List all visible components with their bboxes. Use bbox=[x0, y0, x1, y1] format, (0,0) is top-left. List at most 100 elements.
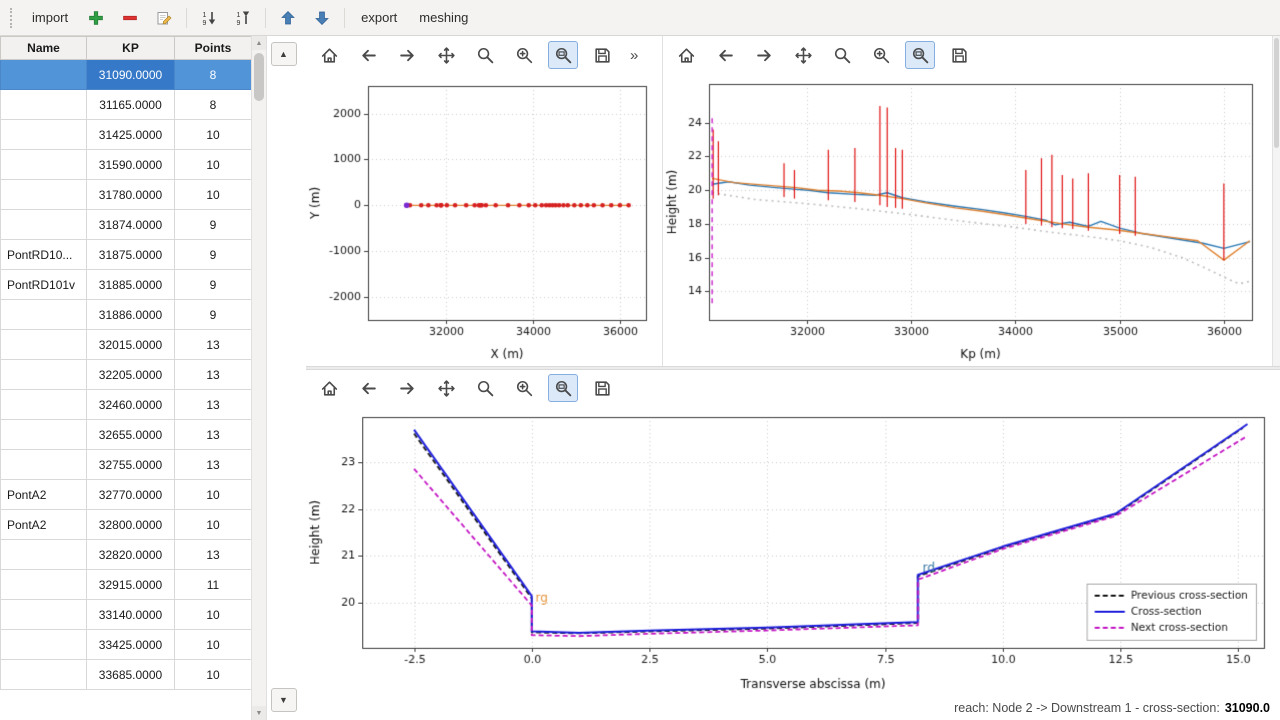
table-row[interactable]: PontA232800.000010 bbox=[1, 510, 252, 540]
table-row[interactable]: 32755.000013 bbox=[1, 450, 252, 480]
sort-ascending-button[interactable]: 1 9 bbox=[228, 4, 258, 32]
save-button[interactable] bbox=[587, 374, 617, 402]
cell-name[interactable] bbox=[1, 660, 87, 690]
cell-points[interactable]: 10 bbox=[175, 150, 252, 180]
cell-kp[interactable]: 32755.0000 bbox=[87, 450, 175, 480]
scrollbar-up-icon[interactable]: ▲ bbox=[252, 36, 266, 50]
table-row[interactable]: 31780.000010 bbox=[1, 180, 252, 210]
cell-name[interactable]: PontA2 bbox=[1, 480, 87, 510]
cell-points[interactable]: 13 bbox=[175, 450, 252, 480]
forward-button[interactable] bbox=[392, 41, 422, 69]
cell-points[interactable]: 8 bbox=[175, 90, 252, 120]
back-button[interactable] bbox=[353, 374, 383, 402]
cell-kp[interactable]: 32770.0000 bbox=[87, 480, 175, 510]
back-button[interactable] bbox=[710, 41, 740, 69]
table-row[interactable]: 32655.000013 bbox=[1, 420, 252, 450]
cell-name[interactable] bbox=[1, 450, 87, 480]
table-row[interactable]: 31886.00009 bbox=[1, 300, 252, 330]
cell-kp[interactable]: 32820.0000 bbox=[87, 540, 175, 570]
save-button[interactable] bbox=[587, 41, 617, 69]
cell-points[interactable]: 10 bbox=[175, 480, 252, 510]
cell-points[interactable]: 10 bbox=[175, 510, 252, 540]
save-button[interactable] bbox=[944, 41, 974, 69]
cell-kp[interactable]: 31590.0000 bbox=[87, 150, 175, 180]
home-button[interactable] bbox=[671, 41, 701, 69]
cell-points[interactable]: 13 bbox=[175, 390, 252, 420]
import-button[interactable]: import bbox=[23, 4, 77, 31]
table-row[interactable]: 33685.000010 bbox=[1, 660, 252, 690]
cell-name[interactable] bbox=[1, 390, 87, 420]
pan-button[interactable] bbox=[431, 41, 461, 69]
cell-kp[interactable]: 32015.0000 bbox=[87, 330, 175, 360]
sort-descending-button[interactable]: 1 9 bbox=[194, 4, 224, 32]
table-row[interactable]: 32915.000011 bbox=[1, 570, 252, 600]
cell-kp[interactable]: 33140.0000 bbox=[87, 600, 175, 630]
toolbar-overflow-button[interactable]: » bbox=[626, 47, 642, 64]
table-row[interactable]: 31165.00008 bbox=[1, 90, 252, 120]
plan-view-chart[interactable] bbox=[306, 74, 662, 366]
zoom-button[interactable] bbox=[470, 374, 500, 402]
cell-points[interactable]: 13 bbox=[175, 330, 252, 360]
table-row[interactable]: 32015.000013 bbox=[1, 330, 252, 360]
cell-kp[interactable]: 31875.0000 bbox=[87, 240, 175, 270]
cell-kp[interactable]: 31425.0000 bbox=[87, 120, 175, 150]
cell-points[interactable]: 8 bbox=[175, 60, 252, 90]
cell-name[interactable] bbox=[1, 210, 87, 240]
back-button[interactable] bbox=[353, 41, 383, 69]
cell-kp[interactable]: 31874.0000 bbox=[87, 210, 175, 240]
cell-points[interactable]: 10 bbox=[175, 630, 252, 660]
cell-kp[interactable]: 31885.0000 bbox=[87, 270, 175, 300]
table-row[interactable]: 32205.000013 bbox=[1, 360, 252, 390]
pan-button[interactable] bbox=[431, 374, 461, 402]
cell-points[interactable]: 11 bbox=[175, 570, 252, 600]
cell-name[interactable] bbox=[1, 630, 87, 660]
cell-points[interactable]: 13 bbox=[175, 540, 252, 570]
table-scrollbar[interactable]: ▲ ▼ bbox=[251, 36, 267, 720]
table-row[interactable]: PontRD10...31875.00009 bbox=[1, 240, 252, 270]
cell-name[interactable] bbox=[1, 60, 87, 90]
cell-points[interactable]: 10 bbox=[175, 600, 252, 630]
column-header-kp[interactable]: KP bbox=[87, 37, 175, 60]
cell-kp[interactable]: 31090.0000 bbox=[87, 60, 175, 90]
cell-points[interactable]: 13 bbox=[175, 360, 252, 390]
home-button[interactable] bbox=[314, 374, 344, 402]
cell-name[interactable]: PontRD10... bbox=[1, 240, 87, 270]
export-button[interactable]: export bbox=[352, 4, 406, 31]
cell-name[interactable] bbox=[1, 90, 87, 120]
table-row[interactable]: 31874.00009 bbox=[1, 210, 252, 240]
cell-kp[interactable]: 31886.0000 bbox=[87, 300, 175, 330]
table-row[interactable]: 31590.000010 bbox=[1, 150, 252, 180]
column-header-points[interactable]: Points bbox=[175, 37, 252, 60]
zoom-button[interactable] bbox=[470, 41, 500, 69]
cell-name[interactable]: PontRD101v bbox=[1, 270, 87, 300]
forward-button[interactable] bbox=[392, 374, 422, 402]
zoom-in-button[interactable] bbox=[509, 374, 539, 402]
cell-name[interactable] bbox=[1, 570, 87, 600]
cell-name[interactable] bbox=[1, 360, 87, 390]
column-header-name[interactable]: Name bbox=[1, 37, 87, 60]
scroll-bottom-button[interactable]: ▼ bbox=[271, 688, 297, 712]
cross-section-chart[interactable] bbox=[306, 407, 1280, 696]
cell-kp[interactable]: 31165.0000 bbox=[87, 90, 175, 120]
move-down-button[interactable] bbox=[307, 4, 337, 32]
edit-button[interactable] bbox=[149, 4, 179, 32]
table-row[interactable]: 33140.000010 bbox=[1, 600, 252, 630]
cell-points[interactable]: 10 bbox=[175, 120, 252, 150]
cell-kp[interactable]: 32915.0000 bbox=[87, 570, 175, 600]
zoom-rect-button[interactable] bbox=[548, 374, 578, 402]
scroll-top-button[interactable]: ▲ bbox=[271, 42, 297, 66]
forward-button[interactable] bbox=[749, 41, 779, 69]
cell-points[interactable]: 9 bbox=[175, 270, 252, 300]
pan-button[interactable] bbox=[788, 41, 818, 69]
cell-points[interactable]: 9 bbox=[175, 240, 252, 270]
cell-name[interactable] bbox=[1, 600, 87, 630]
table-row[interactable]: 31425.000010 bbox=[1, 120, 252, 150]
zoom-rect-button[interactable] bbox=[905, 41, 935, 69]
scrollbar-thumb[interactable] bbox=[254, 53, 264, 101]
table-row[interactable]: 33425.000010 bbox=[1, 630, 252, 660]
cell-points[interactable]: 10 bbox=[175, 180, 252, 210]
meshing-button[interactable]: meshing bbox=[410, 4, 477, 31]
scrollbar-thumb[interactable] bbox=[1274, 38, 1279, 148]
cell-points[interactable]: 9 bbox=[175, 300, 252, 330]
vertical-scrollbar[interactable] bbox=[1272, 36, 1280, 366]
